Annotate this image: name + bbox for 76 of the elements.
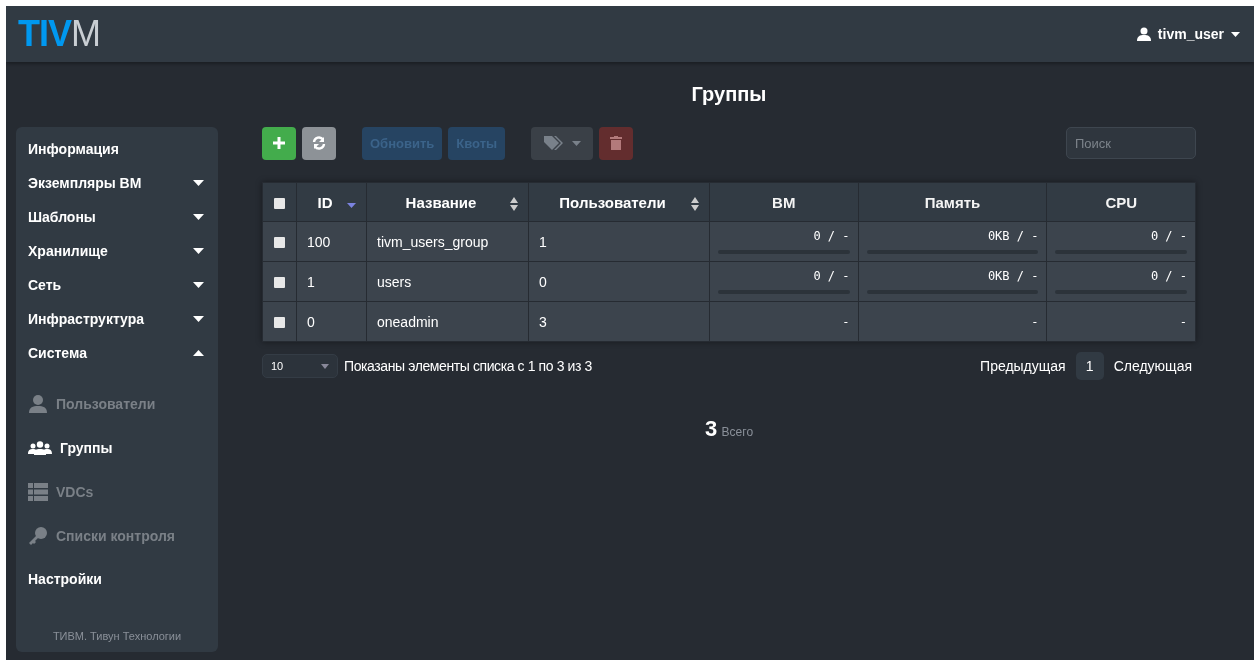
previous-link[interactable]: Предыдущая (976, 358, 1070, 374)
sidebar-item[interactable]: Информация (28, 132, 206, 166)
table-cell: tivm_users_group (366, 221, 529, 262)
checkbox[interactable] (274, 237, 285, 249)
table-cell: 0 (296, 301, 367, 342)
quota-reading: 0KB / - (986, 269, 1039, 283)
table-cell: 100 (296, 221, 367, 262)
sidebar-item-label: Хранилище (28, 243, 108, 259)
next-link[interactable]: Следующая (1109, 358, 1196, 374)
user-icon (1136, 27, 1151, 41)
caret-icon (1231, 31, 1240, 37)
column-header[interactable]: Название (366, 182, 529, 222)
sidebar-subitem-label: Списки контроля (56, 528, 175, 544)
sidebar-item[interactable]: Настройки (28, 562, 206, 596)
add-button[interactable] (262, 126, 296, 160)
pagination-info: Показаны элементы списка с 1 по 3 из 3 (344, 358, 592, 374)
page-size-select[interactable]: 10 (262, 354, 338, 378)
sort-desc-icon (347, 203, 356, 208)
group-icon (28, 441, 52, 455)
sidebar-item[interactable]: Хранилище (28, 234, 206, 268)
table-cell: 1 (296, 261, 367, 302)
sidebar-item-label: Инфраструктура (28, 311, 145, 327)
key-icon (28, 526, 48, 546)
refresh-icon (312, 136, 326, 150)
sidebar-subitem-label: Группы (60, 440, 113, 456)
sidebar-item-label: Шаблоны (28, 209, 96, 225)
sidebar-subitem-label: Пользователи (56, 396, 156, 412)
caret-icon (321, 363, 329, 369)
quota-reading: 0 / - (1149, 269, 1187, 283)
sidebar-item[interactable]: Шаблоны (28, 200, 206, 234)
table-cell: oneadmin (366, 301, 529, 342)
column-header[interactable]: Память (858, 182, 1047, 222)
page-button[interactable]: 1 (1075, 352, 1104, 380)
sidebar-item[interactable]: Инфраструктура (28, 302, 206, 336)
quota-reading: 0KB / - (986, 229, 1039, 243)
table-cell: 3 (528, 301, 710, 342)
search-field[interactable]: Поиск (1066, 127, 1196, 159)
sidebar-subitem[interactable]: Группы (28, 426, 206, 470)
sidebar-item[interactable]: Сеть (28, 268, 206, 302)
sidebar-item-label: Сеть (28, 277, 62, 293)
table-cell: 0 (528, 261, 710, 302)
checkbox[interactable] (274, 198, 285, 210)
total-count: 3 (704, 416, 718, 441)
sort-icon (691, 197, 699, 211)
list-icon (28, 483, 48, 501)
user-menu[interactable]: tivm_user (1136, 26, 1240, 42)
sidebar-item-label: Система (28, 345, 87, 361)
sidebar-item[interactable]: Экземпляры ВМ (28, 166, 206, 200)
caret-icon (571, 140, 581, 146)
checkbox[interactable] (274, 317, 285, 329)
quota-reading: - (841, 314, 850, 329)
page-title: Группы (690, 83, 768, 107)
quota-reading: 0 / - (812, 229, 850, 243)
sort-icon (510, 197, 518, 211)
column-header[interactable]: CPU (1046, 182, 1196, 222)
quota-reading: - (1178, 314, 1187, 329)
trash-icon (610, 136, 623, 150)
column-header[interactable]: ВМ (709, 182, 858, 222)
quota-reading: 0 / - (1149, 229, 1187, 243)
sidebar-item[interactable]: Система (28, 336, 206, 370)
footer-text: ТИВМ. Тивун Технологии (51, 630, 183, 642)
table-cell: 1 (528, 221, 710, 262)
checkbox[interactable] (274, 277, 285, 289)
table-cell: users (366, 261, 529, 302)
column-header[interactable]: Пользователи (528, 182, 710, 222)
sidebar-subitem-label: VDCs (56, 484, 94, 500)
quota-reading: - (1030, 314, 1039, 329)
refresh-button[interactable] (302, 126, 336, 160)
sidebar-item-label: Экземпляры ВМ (28, 175, 142, 191)
tag-icon (543, 136, 566, 150)
user-icon (28, 395, 48, 413)
logo[interactable]: TIVM (18, 13, 100, 55)
quota-reading: 0 / - (812, 269, 850, 283)
column-header[interactable]: ID (296, 182, 367, 222)
plus-icon (273, 137, 285, 149)
total-label: Всего (721, 425, 754, 439)
